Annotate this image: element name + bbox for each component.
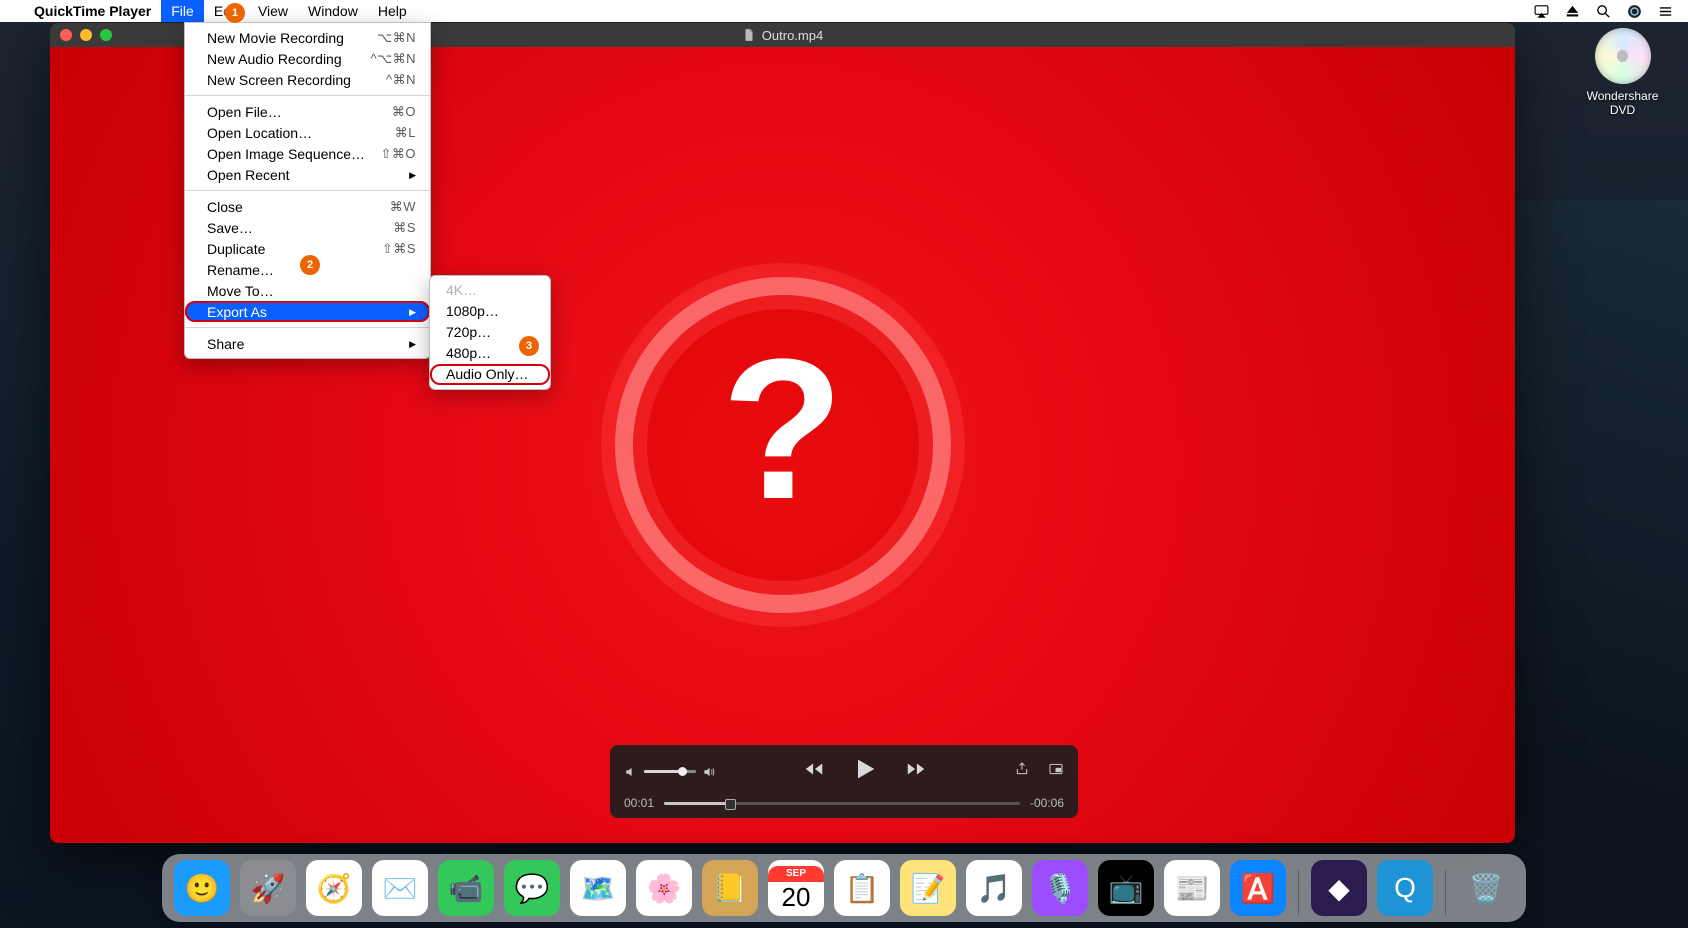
forward-button[interactable] bbox=[905, 758, 927, 785]
menu-file[interactable]: File bbox=[161, 0, 204, 22]
menu-window[interactable]: Window bbox=[298, 0, 368, 22]
dock-music[interactable]: 🎵 bbox=[966, 860, 1022, 916]
pip-button[interactable] bbox=[1048, 761, 1064, 782]
menu-item-shortcut: ⌥⌘N bbox=[377, 29, 416, 47]
menu-item-new-audio-recording[interactable]: New Audio Recording^⌥⌘N bbox=[185, 48, 430, 69]
menu-item-label: Open File… bbox=[207, 103, 392, 121]
menu-item-open-file[interactable]: Open File…⌘O bbox=[185, 101, 430, 122]
dock-trash[interactable]: 🗑️ bbox=[1458, 860, 1514, 916]
play-button[interactable] bbox=[851, 755, 879, 788]
menu-item-label: Duplicate bbox=[207, 240, 382, 258]
menu-item-shortcut: ^⌘N bbox=[386, 71, 416, 89]
annotation-2: 2 bbox=[300, 255, 320, 275]
menu-item-shortcut: ⌘S bbox=[393, 219, 416, 237]
annotation-3: 3 bbox=[519, 336, 539, 356]
menu-item-label: Close bbox=[207, 198, 390, 216]
document-icon bbox=[742, 28, 756, 42]
menu-item-label: New Audio Recording bbox=[207, 50, 371, 68]
menu-item-label: Move To… bbox=[207, 282, 416, 300]
share-button[interactable] bbox=[1014, 761, 1030, 782]
volume-high-icon bbox=[702, 765, 716, 779]
volume-mute-icon bbox=[624, 765, 638, 779]
submenu-item-4k: 4K… bbox=[430, 280, 550, 301]
dock-mail[interactable]: ✉️ bbox=[372, 860, 428, 916]
menu-item-label: Open Recent bbox=[207, 166, 403, 184]
submenu-item-1080p[interactable]: 1080p… bbox=[430, 301, 550, 322]
dock-notes[interactable]: 📝 bbox=[900, 860, 956, 916]
dvd-icon bbox=[1595, 28, 1651, 84]
dock-reminders[interactable]: 📋 bbox=[834, 860, 890, 916]
menu-item-open-image-sequence[interactable]: Open Image Sequence…⇧⌘O bbox=[185, 143, 430, 164]
eject-icon[interactable] bbox=[1564, 3, 1581, 20]
menu-item-label: Save… bbox=[207, 219, 393, 237]
volume-slider[interactable] bbox=[644, 770, 696, 773]
playback-controls: 00:01 -00:06 bbox=[610, 745, 1078, 818]
elapsed-time: 00:01 bbox=[624, 796, 654, 810]
dock-finder[interactable]: 🙂 bbox=[174, 860, 230, 916]
desktop-item-dvd[interactable]: Wondershare DVD bbox=[1575, 28, 1670, 117]
dock-calendar[interactable]: SEP20 bbox=[768, 860, 824, 916]
dock-quicktime[interactable]: Q bbox=[1377, 860, 1433, 916]
app-name[interactable]: QuickTime Player bbox=[24, 3, 161, 19]
menu-help[interactable]: Help bbox=[368, 0, 417, 22]
dock-photos[interactable]: 🌸 bbox=[636, 860, 692, 916]
control-center-icon[interactable] bbox=[1657, 3, 1674, 20]
volume-control[interactable] bbox=[624, 765, 716, 779]
menu-item-new-movie-recording[interactable]: New Movie Recording⌥⌘N bbox=[185, 27, 430, 48]
export-as-submenu: 4K…1080p…720p…480p…Audio Only… bbox=[429, 275, 551, 390]
menu-item-label: New Screen Recording bbox=[207, 71, 386, 89]
dock-appstore[interactable]: 🅰️ bbox=[1230, 860, 1286, 916]
submenu-item-audio-only[interactable]: Audio Only… bbox=[430, 364, 550, 385]
menu-item-shortcut: ⇧⌘S bbox=[382, 240, 416, 258]
menu-item-label: Export As bbox=[207, 303, 403, 321]
menu-item-shortcut: ⌘L bbox=[395, 124, 416, 142]
menu-item-new-screen-recording[interactable]: New Screen Recording^⌘N bbox=[185, 69, 430, 90]
menu-item-close[interactable]: Close⌘W bbox=[185, 196, 430, 217]
scrubber[interactable] bbox=[664, 802, 1020, 805]
menu-item-label: Share bbox=[207, 335, 403, 353]
menu-item-shortcut: ⌘O bbox=[392, 103, 416, 121]
search-icon[interactable] bbox=[1595, 3, 1612, 20]
menu-item-label: New Movie Recording bbox=[207, 29, 377, 47]
dock-maps[interactable]: 🗺️ bbox=[570, 860, 626, 916]
dock-podcasts[interactable]: 🎙️ bbox=[1032, 860, 1088, 916]
dock-contacts[interactable]: 📒 bbox=[702, 860, 758, 916]
menu-item-open-location[interactable]: Open Location…⌘L bbox=[185, 122, 430, 143]
dock: 🙂🚀🧭✉️📹💬🗺️🌸📒SEP20📋📝🎵🎙️📺📰🅰️ ◆Q 🗑️ bbox=[162, 854, 1526, 922]
file-menu-dropdown: New Movie Recording⌥⌘NNew Audio Recordin… bbox=[184, 22, 431, 359]
desktop-item-label: Wondershare DVD bbox=[1575, 89, 1670, 117]
dock-divider bbox=[1445, 870, 1446, 916]
menu-item-shortcut: ^⌥⌘N bbox=[371, 50, 416, 68]
annotation-1: 1 bbox=[225, 3, 245, 23]
airplay-icon[interactable] bbox=[1533, 3, 1550, 20]
menu-item-open-recent[interactable]: Open Recent bbox=[185, 164, 430, 185]
menu-item-label: Open Location… bbox=[207, 124, 395, 142]
menubar: QuickTime Player File Edit View Window H… bbox=[0, 0, 1688, 22]
question-mark-icon bbox=[713, 355, 853, 535]
menu-item-move-to[interactable]: Move To… bbox=[185, 280, 430, 301]
dock-launchpad[interactable]: 🚀 bbox=[240, 860, 296, 916]
dock-messages[interactable]: 💬 bbox=[504, 860, 560, 916]
siri-icon[interactable] bbox=[1626, 3, 1643, 20]
rewind-button[interactable] bbox=[803, 758, 825, 785]
dock-facetime[interactable]: 📹 bbox=[438, 860, 494, 916]
menu-item-share[interactable]: Share bbox=[185, 333, 430, 354]
dock-safari[interactable]: 🧭 bbox=[306, 860, 362, 916]
remaining-time: -00:06 bbox=[1030, 796, 1064, 810]
menu-item-export-as[interactable]: Export As bbox=[185, 301, 430, 322]
dock-tv[interactable]: 📺 bbox=[1098, 860, 1154, 916]
dock-uniconv[interactable]: ◆ bbox=[1311, 860, 1367, 916]
menu-view[interactable]: View bbox=[248, 0, 298, 22]
dock-news[interactable]: 📰 bbox=[1164, 860, 1220, 916]
menu-item-save[interactable]: Save…⌘S bbox=[185, 217, 430, 238]
menu-item-shortcut: ⌘W bbox=[390, 198, 416, 216]
menu-item-label: Open Image Sequence… bbox=[207, 145, 380, 163]
menu-item-shortcut: ⇧⌘O bbox=[380, 145, 416, 163]
dock-divider bbox=[1298, 870, 1299, 916]
video-graphic bbox=[615, 277, 951, 613]
